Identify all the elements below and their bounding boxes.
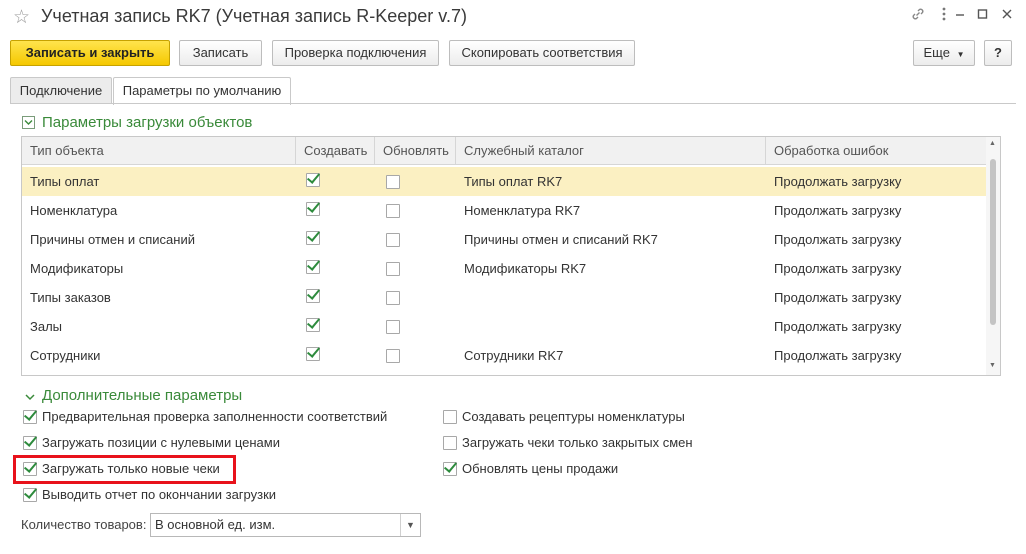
table-header: Тип объекта Создавать Обновлять Служебны…	[22, 137, 988, 165]
collapse-objects-toggle[interactable]	[22, 116, 35, 129]
create-checkbox[interactable]	[306, 260, 320, 274]
column-header-update[interactable]: Обновлять	[375, 137, 456, 165]
cell-catalog: Типы оплат RK7	[464, 174, 563, 189]
option-checkbox[interactable]	[23, 436, 37, 450]
update-checkbox[interactable]	[386, 233, 400, 247]
cell-type: Типы оплат	[30, 174, 100, 189]
cell-errors: Продолжать загрузку	[774, 174, 902, 189]
scroll-up-icon[interactable]: ▲	[989, 140, 996, 147]
column-header-errors[interactable]: Обработка ошибок	[766, 137, 988, 165]
table-row[interactable]: Номенклатура Номенклатура RK7 Продолжать…	[22, 196, 988, 225]
option-label: Обновлять цены продажи	[462, 461, 619, 476]
cell-type: Залы	[30, 319, 63, 334]
option-checkbox[interactable]	[443, 410, 457, 424]
maximize-icon[interactable]	[977, 6, 989, 28]
extra-section-title[interactable]: Дополнительные параметры	[42, 387, 242, 404]
cell-type: Модификаторы	[30, 261, 124, 276]
tab-connection[interactable]: Подключение	[10, 77, 112, 104]
option-checkbox[interactable]	[23, 410, 37, 424]
option-label: Загружать позиции с нулевыми ценами	[42, 435, 280, 450]
table-row[interactable]: Типы заказов Продолжать загрузку	[22, 283, 988, 312]
scroll-down-icon[interactable]: ▼	[989, 362, 996, 369]
cell-catalog: Причины отмен и списаний RK7	[464, 232, 658, 247]
table-row[interactable]: Залы Продолжать загрузку	[22, 312, 988, 341]
save-button[interactable]: Записать	[179, 40, 262, 66]
cell-errors: Продолжать загрузку	[774, 232, 902, 247]
cell-catalog	[456, 283, 464, 312]
cell-catalog	[456, 312, 464, 341]
create-checkbox[interactable]	[306, 289, 320, 303]
chevron-down-icon[interactable]	[24, 391, 36, 403]
quantity-select-value: В основной ед. изм.	[155, 517, 276, 532]
update-checkbox[interactable]	[386, 320, 400, 334]
cell-errors: Продолжать загрузку	[774, 261, 902, 276]
option-checkbox[interactable]	[23, 488, 37, 502]
table-row[interactable]: Модификаторы Модификаторы RK7 Продолжать…	[22, 254, 988, 283]
create-checkbox[interactable]	[306, 202, 320, 216]
table-scrollbar[interactable]: ▲ ▼	[986, 137, 1000, 375]
update-checkbox[interactable]	[386, 204, 400, 218]
create-checkbox[interactable]	[306, 347, 320, 361]
cell-type: Сотрудники	[30, 348, 101, 363]
create-checkbox[interactable]	[306, 173, 320, 187]
dropdown-arrow-icon[interactable]: ▼	[400, 514, 420, 536]
check-connection-button[interactable]: Проверка подключения	[272, 40, 439, 66]
cell-errors: Продолжать загрузку	[774, 290, 902, 305]
more-icon[interactable]	[941, 6, 947, 28]
column-header-type[interactable]: Тип объекта	[22, 137, 296, 165]
table-row[interactable]: Причины отмен и списаний Причины отмен и…	[22, 225, 988, 254]
table-row[interactable]: Сотрудники Сотрудники RK7 Продолжать заг…	[22, 341, 988, 370]
close-icon[interactable]	[1001, 6, 1013, 28]
toolbar: Записать и закрыть Записать Проверка под…	[0, 40, 1026, 70]
save-and-close-button[interactable]: Записать и закрыть	[10, 40, 170, 66]
quantity-label: Количество товаров:	[21, 517, 147, 532]
quantity-select[interactable]: В основной ед. изм. ▼	[150, 513, 421, 537]
chevron-down-icon	[24, 120, 33, 125]
option-label: Выводить отчет по окончании загрузки	[42, 487, 277, 502]
help-button[interactable]: ?	[984, 40, 1012, 66]
more-button[interactable]: Еще ▼	[913, 40, 975, 66]
copy-mappings-button[interactable]: Скопировать соответствия	[449, 40, 635, 66]
update-checkbox[interactable]	[386, 349, 400, 363]
option-label: Предварительная проверка заполненности с…	[42, 409, 388, 424]
highlight-annotation	[13, 455, 236, 484]
option-label: Загружать чеки только закрытых смен	[462, 435, 693, 450]
option-checkbox[interactable]	[443, 462, 457, 476]
objects-section-title[interactable]: Параметры загрузки объектов	[42, 114, 252, 131]
chevron-down-icon: ▼	[956, 50, 965, 59]
minimize-icon[interactable]	[955, 4, 965, 26]
cell-errors: Продолжать загрузку	[774, 348, 902, 363]
create-checkbox[interactable]	[306, 231, 320, 245]
objects-table: Тип объекта Создавать Обновлять Служебны…	[21, 136, 1001, 376]
link-icon[interactable]	[910, 6, 926, 28]
scroll-thumb[interactable]	[990, 159, 996, 325]
update-checkbox[interactable]	[386, 291, 400, 305]
tab-divider	[10, 103, 1016, 104]
cell-type: Типы заказов	[30, 290, 111, 305]
cell-catalog: Сотрудники RK7	[464, 348, 564, 363]
option-label: Создавать рецептуры номенклатуры	[462, 409, 685, 424]
window-title: Учетная запись RK7 (Учетная запись R-Kee…	[41, 6, 467, 26]
column-header-catalog[interactable]: Служебный каталог	[456, 137, 766, 165]
column-header-create[interactable]: Создавать	[296, 137, 375, 165]
table-row[interactable]: Типы оплат Типы оплат RK7 Продолжать заг…	[22, 167, 988, 196]
update-checkbox[interactable]	[386, 262, 400, 276]
more-button-label: Еще	[923, 45, 950, 60]
update-checkbox[interactable]	[386, 175, 400, 189]
tab-default-params[interactable]: Параметры по умолчанию	[113, 77, 291, 105]
title-bar: ☆ Учетная запись RK7 (Учетная запись R-K…	[0, 0, 1026, 36]
cell-catalog: Модификаторы RK7	[464, 261, 587, 276]
create-checkbox[interactable]	[306, 318, 320, 332]
star-icon[interactable]: ☆	[13, 6, 30, 29]
cell-errors: Продолжать загрузку	[774, 319, 902, 334]
cell-catalog: Номенклатура RK7	[464, 203, 581, 218]
option-checkbox[interactable]	[443, 436, 457, 450]
cell-errors: Продолжать загрузку	[774, 203, 902, 218]
cell-type: Номенклатура	[30, 203, 118, 218]
cell-type: Причины отмен и списаний	[30, 232, 195, 247]
